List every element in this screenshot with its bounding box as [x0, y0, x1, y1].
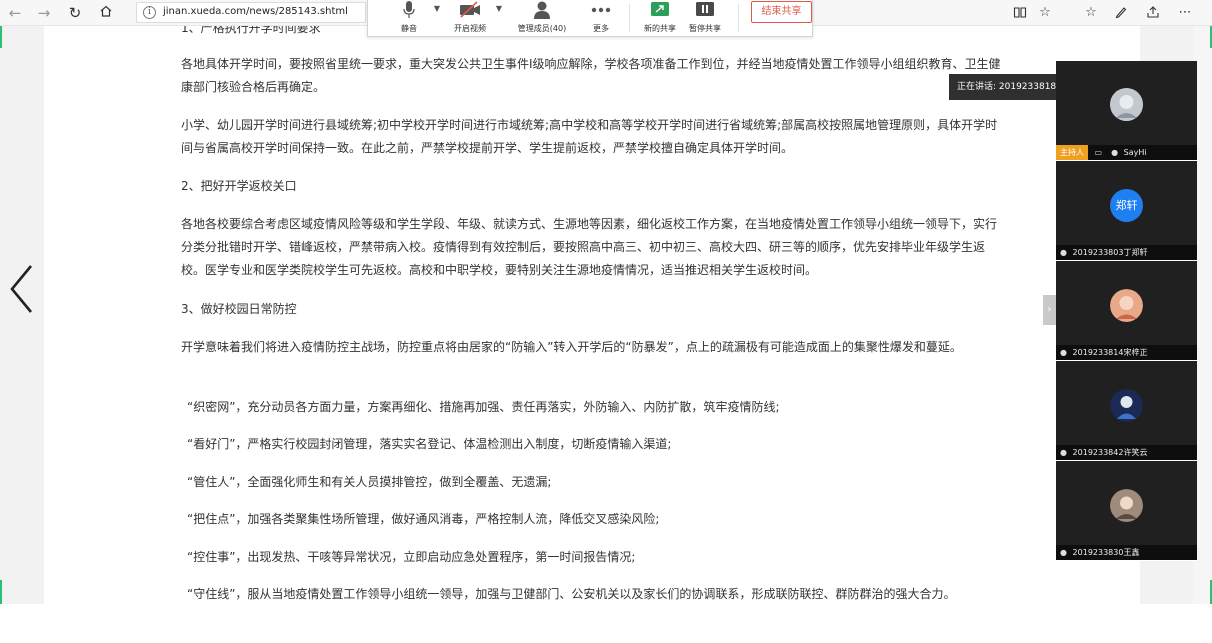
article-list-item: “把住点”，加强各类聚集性场所管理，做好通风消毒，严格控制人流，降低交叉感染风险… [187, 512, 660, 526]
article-paragraph: 小学、幼儿园开学时间进行县域统筹;初中学校开学时间进行市域统筹;高中学校和高等学… [181, 118, 998, 155]
participant-name-bar: ● 2019233842许笑云 [1056, 445, 1197, 460]
article-page: 1、严格执行开学时间要求 各地具体开学时间，要按照省里统一要求，重大突发公共卫生… [44, 26, 1140, 604]
participant-name-bar: ● 2019233830王鑫 [1056, 545, 1197, 560]
participant-name-bar: ● 2019233814宋梓正 [1056, 345, 1197, 360]
article-list-item: “看好门”，严格实行校园封闭管理，落实实名登记、体温检测出入制度，切断疫情输入渠… [187, 437, 672, 451]
participant-tile[interactable]: ● 2019233830王鑫 [1056, 461, 1197, 560]
microphone-icon [403, 1, 415, 18]
previous-page-arrow-icon[interactable] [4, 262, 38, 316]
microphone-muted-icon: ● [1060, 348, 1067, 357]
article-paragraph: 开学意味着我们将进入疫情防控主战场，防控重点将由居家的“防输入”转入开学后的“防… [181, 340, 962, 354]
home-icon[interactable] [97, 4, 115, 22]
forward-icon[interactable]: → [35, 4, 53, 22]
manage-members-button[interactable]: 管理成员(40) [514, 0, 570, 34]
article-subheading: 2、把好开学返校关口 [181, 179, 297, 193]
participant-name: SayHi [1123, 148, 1147, 157]
microphone-muted-icon: ● [1060, 548, 1067, 557]
video-options-dropdown-icon[interactable]: ▼ [494, 4, 504, 13]
favorites-list-icon[interactable]: ☆ [1083, 5, 1099, 21]
more-dots-icon [591, 7, 611, 13]
toolbar-divider [629, 4, 630, 32]
microphone-muted-icon: ● [1060, 448, 1067, 457]
avatar: 郑轩 [1110, 189, 1143, 222]
host-badge: 主持人 [1056, 145, 1088, 160]
participant-name: 2019233842许笑云 [1072, 448, 1148, 457]
microphone-on-icon: ● [1111, 148, 1119, 157]
microphone-muted-icon: ● [1060, 248, 1067, 257]
refresh-icon[interactable]: ↻ [66, 4, 84, 22]
article-subheading: 3、做好校园日常防控 [181, 302, 297, 316]
new-share-button[interactable]: 新的共享 [640, 0, 680, 34]
mute-options-dropdown-icon[interactable]: ▼ [432, 4, 442, 13]
reading-view-icon[interactable] [1012, 5, 1028, 21]
start-video-button[interactable]: 开启视频 [448, 0, 492, 34]
participant-name: 2019233830王鑫 [1072, 548, 1140, 557]
participant-name-bar: 主持人 ▭ ● SayHi [1056, 145, 1197, 160]
favorite-star-icon[interactable]: ☆ [1037, 5, 1053, 21]
article-paragraph: 各地各校要综合考虑区域疫情风险等级和学生学段、年级、就读方式、生源地等因素，细化… [181, 217, 998, 277]
participant-tile[interactable]: 郑轩 ● 2019233803丁郑轩 [1056, 161, 1197, 260]
new-share-icon [651, 2, 669, 16]
screen-share-status-icon: ▭ [1094, 148, 1103, 157]
share-icon[interactable] [1145, 5, 1161, 21]
pen-notes-icon[interactable] [1113, 5, 1129, 21]
window-edge-marker [0, 580, 2, 604]
pause-share-button[interactable]: 暂停共享 [685, 0, 725, 34]
address-bar[interactable]: i jinan.xueda.com/news/285143.shtml [136, 2, 366, 23]
avatar [1110, 389, 1143, 422]
more-menu-icon[interactable]: ⋯ [1177, 5, 1193, 21]
site-info-icon[interactable]: i [143, 6, 156, 19]
end-share-button[interactable]: 结束共享 [751, 1, 812, 23]
address-text: jinan.xueda.com/news/285143.shtml [163, 6, 348, 17]
window-edge-marker [0, 26, 2, 48]
members-icon [534, 1, 550, 19]
mute-button[interactable]: 静音 [394, 0, 424, 34]
article-list-item: “守住线”，服从当地疫情处置工作领导小组统一领导，加强与卫健部门、公安机关以及家… [187, 587, 956, 601]
bottom-blank-area [0, 604, 1212, 643]
participant-tile[interactable]: 主持人 ▭ ● SayHi [1056, 61, 1197, 160]
article-paragraph: 各地具体开学时间，要按照省里统一要求，重大突发公共卫生事件Ⅰ级响应解除，学校各项… [181, 57, 1001, 94]
participant-name-bar: ● 2019233803丁郑轩 [1056, 245, 1197, 260]
meeting-toolbar: 静音 ▼ 开启视频 ▼ 管理成员(40) 更多 新的共享 暂停共享 结束共享 [367, 0, 813, 37]
participant-tile[interactable]: ● 2019233842许笑云 [1056, 361, 1197, 460]
collapse-panel-chevron-icon[interactable]: › [1043, 295, 1056, 325]
participant-name: 2019233814宋梓正 [1072, 348, 1148, 357]
article-list-item: “管住人”，全面强化师生和有关人员摸排管控，做到全覆盖、无遗漏; [187, 475, 552, 489]
video-participants-panel: 主持人 ▭ ● SayHi 郑轩 ● 2019233803丁郑轩 ● 20192… [1056, 61, 1197, 561]
article-list-item: “织密网”，充分动员各方面力量，方案再细化、措施再加强、责任再落实，外防输入、内… [187, 400, 780, 414]
avatar [1110, 88, 1143, 121]
pause-share-icon [696, 2, 714, 16]
camera-off-icon [460, 1, 480, 18]
article-list-item: “控住事”，出现发热、干咳等异常状况，立即启动应急处置程序，第一时间报告情况; [187, 550, 636, 564]
participant-tile[interactable]: ● 2019233814宋梓正 [1056, 261, 1197, 360]
toolbar-divider [738, 4, 739, 32]
more-button[interactable]: 更多 [586, 0, 616, 34]
participant-name: 2019233803丁郑轩 [1072, 248, 1148, 257]
speaking-indicator-tooltip: 正在讲话: 2019233818 [949, 74, 1057, 100]
avatar [1110, 289, 1143, 322]
avatar [1110, 489, 1143, 522]
back-icon[interactable]: ← [6, 4, 24, 22]
